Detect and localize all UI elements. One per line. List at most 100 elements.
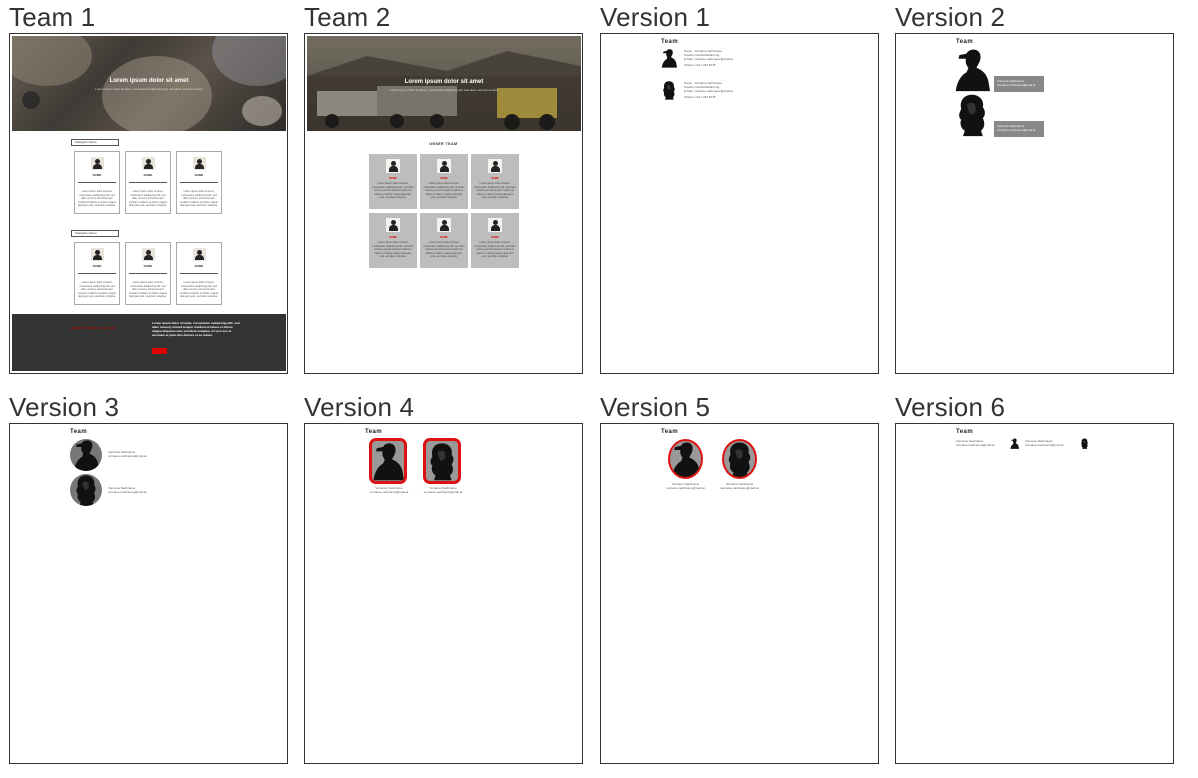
card-name: NAME xyxy=(389,177,397,180)
tile-team-1[interactable]: Team 1 Lorem ipsum dolor sit amet Lorem … xyxy=(9,2,289,374)
thumbnail-team-1[interactable]: Lorem ipsum dolor sit amet Lorem ipsum d… xyxy=(9,33,288,374)
card-text: Lorem ipsum dolor sit amet, consectetur … xyxy=(78,190,116,207)
person-details: Vorname Nachname vorname.nachname@mail.a… xyxy=(108,450,147,458)
card-name: NAME xyxy=(389,236,397,239)
avatar xyxy=(70,439,102,471)
hero-image: Lorem ipsum dolor sit amet Lorem ipsum d… xyxy=(12,36,286,131)
card-text: Lorem ipsum dolor sit amet, consectetur … xyxy=(372,182,414,199)
tile-version-1[interactable]: Version 1 Team Name Vorname Nachname Pos… xyxy=(600,2,880,374)
thumbnail-version-3[interactable]: Team Vorname Nachname vorname.nachname@m… xyxy=(9,423,288,764)
avatar-placeholder-icon xyxy=(488,218,502,232)
person-silhouette-icon xyxy=(954,47,990,92)
person-silhouette-icon xyxy=(1010,438,1019,449)
thumbnail-version-4[interactable]: Team Vorname Nachname vorname.nachname@m… xyxy=(304,423,583,764)
person-details: Vorname Nachname vorname.nachname@mail.a… xyxy=(1025,439,1064,447)
card-name: NAME xyxy=(92,173,102,177)
team-title: Team xyxy=(956,39,974,45)
card-name: NAME xyxy=(491,236,499,239)
team-title: Team xyxy=(365,429,383,435)
avatar-placeholder-icon xyxy=(386,218,400,232)
footer-text: Lorem ipsum dolor sit amet, consectetur … xyxy=(152,321,240,337)
thumbnail-version-1[interactable]: Team Name Vorname Nachname Position Gesc… xyxy=(600,33,879,374)
avatar-placeholder-icon xyxy=(488,159,502,173)
tile-version-2[interactable]: Version 2 Team Vorname Nachname vorname.… xyxy=(895,2,1175,374)
avatar-placeholder-icon xyxy=(142,157,155,170)
card-text: Lorem ipsum dolor sit amet, consectetur … xyxy=(129,190,167,207)
tile-team-2[interactable]: Team 2 Lorem ipsum dolor sit amet Lorem … xyxy=(304,2,584,374)
team-title: Team xyxy=(661,39,679,45)
card-text: Lorem ipsum dolor sit amet, consectetur … xyxy=(372,241,414,258)
name-box: Vorname Nachname vorname.nachname@mail.a… xyxy=(994,76,1044,92)
avatar-placeholder-icon xyxy=(437,218,451,232)
person-silhouette-icon xyxy=(954,92,990,137)
card-name: NAME xyxy=(440,236,448,239)
category-label: Kategorie Name xyxy=(71,139,119,146)
card-text: Lorem ipsum dolor sit amet, consectetur … xyxy=(78,281,116,298)
tile-label: Team 1 xyxy=(9,2,96,32)
person-silhouette-icon xyxy=(661,48,677,68)
avatar xyxy=(668,439,703,479)
tile-label: Version 4 xyxy=(304,392,415,422)
tile-label: Team 2 xyxy=(304,2,391,32)
avatar-placeholder-icon xyxy=(91,157,104,170)
footer-red-text: LOREM IPSUM DOLOR SIT AMET xyxy=(70,326,117,330)
card-text: Lorem ipsum dolor sit amet, consectetur … xyxy=(474,241,516,258)
person-silhouette-icon xyxy=(70,474,102,506)
person-details: Vorname Nachname vorname.nachname@mail.a… xyxy=(666,482,705,490)
name-box: Vorname Nachname vorname.nachname@mail.a… xyxy=(994,121,1044,137)
footer-button[interactable] xyxy=(152,348,167,354)
card-name: NAME xyxy=(92,264,102,268)
person-silhouette-icon xyxy=(426,441,458,481)
person-details: Vorname Nachname vorname.nachname@mail.a… xyxy=(369,486,409,494)
team-card: NAME Lorem ipsum dolor sit amet, consecte… xyxy=(471,213,519,268)
section-heading: UNSER TEAM xyxy=(429,142,458,146)
team-title: Team xyxy=(70,429,88,435)
avatar xyxy=(722,439,757,479)
card-name: NAME xyxy=(440,177,448,180)
avatar-placeholder-icon xyxy=(193,157,206,170)
card-text: Lorem ipsum dolor sit amet, consectetur … xyxy=(423,182,465,199)
avatar xyxy=(423,438,461,484)
tile-label: Version 1 xyxy=(600,2,711,32)
tile-label: Version 6 xyxy=(895,392,1006,422)
team-card: NAME Lorem ipsum dolor sit amet, consecte… xyxy=(176,242,222,305)
thumbnail-version-6[interactable]: Team Vorname Nachname vorname.nachname@m… xyxy=(895,423,1174,764)
team-card: NAME Lorem ipsum dolor sit amet, consecte… xyxy=(125,242,171,305)
card-name: NAME xyxy=(194,173,204,177)
tile-label: Version 2 xyxy=(895,2,1006,32)
person-details: Vorname Nachname vorname.nachname@mail.a… xyxy=(108,486,147,494)
card-text: Lorem ipsum dolor sit amet, consectetur … xyxy=(129,281,167,298)
team-card: NAME Lorem ipsum dolor sit amet, consecte… xyxy=(74,242,120,305)
hero-subtitle: Lorem ipsum dolor sit amet, consectetur … xyxy=(95,87,203,91)
avatar-placeholder-icon xyxy=(386,159,400,173)
category-label: Kategorie Name xyxy=(71,230,119,237)
tile-version-4[interactable]: Version 4 Team Vorname Nachname vorname.… xyxy=(304,392,584,764)
person-silhouette-icon xyxy=(70,439,102,471)
team-card: NAME Lorem ipsum dolor sit amet, consecte… xyxy=(74,151,120,214)
team-title: Team xyxy=(956,429,974,435)
tile-version-6[interactable]: Version 6 Team Vorname Nachname vorname.… xyxy=(895,392,1175,764)
tile-label: Version 3 xyxy=(9,392,120,422)
card-text: Lorem ipsum dolor sit amet, consectetur … xyxy=(180,281,218,298)
tile-version-5[interactable]: Version 5 Team Vorname Nachname vorname.… xyxy=(600,392,880,764)
thumbnail-team-2[interactable]: Lorem ipsum dolor sit amet Lorem ipsum d… xyxy=(304,33,583,374)
team-card: NAME Lorem ipsum dolor sit amet, consecte… xyxy=(369,154,417,209)
team-card: NAME Lorem ipsum dolor sit amet, consecte… xyxy=(420,154,468,209)
thumbnail-version-2[interactable]: Team Vorname Nachname vorname.nachname@m… xyxy=(895,33,1174,374)
card-text: Lorem ipsum dolor sit amet, consectetur … xyxy=(474,182,516,199)
card-text: Lorem ipsum dolor sit amet, consectetur … xyxy=(180,190,218,207)
avatar-placeholder-icon xyxy=(193,248,206,261)
person-silhouette-icon xyxy=(372,441,404,481)
tile-version-3[interactable]: Version 3 Team Vorname Nachname vorname.… xyxy=(9,392,289,764)
hero-subtitle: Lorem ipsum dolor sit amet, consectetur … xyxy=(390,88,498,92)
hero-title: Lorem ipsum dolor sit amet xyxy=(109,78,189,84)
thumbnail-version-5[interactable]: Team Vorname Nachname vorname.nachname@m… xyxy=(600,423,879,764)
person-details: Vorname Nachname vorname.nachname@mail.a… xyxy=(423,486,463,494)
card-text: Lorem ipsum dolor sit amet, consectetur … xyxy=(423,241,465,258)
team-card: NAME Lorem ipsum dolor sit amet, consecte… xyxy=(369,213,417,268)
person-details: Name Vorname Nachname Position Geschäfts… xyxy=(684,49,733,67)
card-name: NAME xyxy=(194,264,204,268)
avatar xyxy=(369,438,407,484)
team-card: NAME Lorem ipsum dolor sit amet, consecte… xyxy=(125,151,171,214)
tile-label: Version 5 xyxy=(600,392,711,422)
